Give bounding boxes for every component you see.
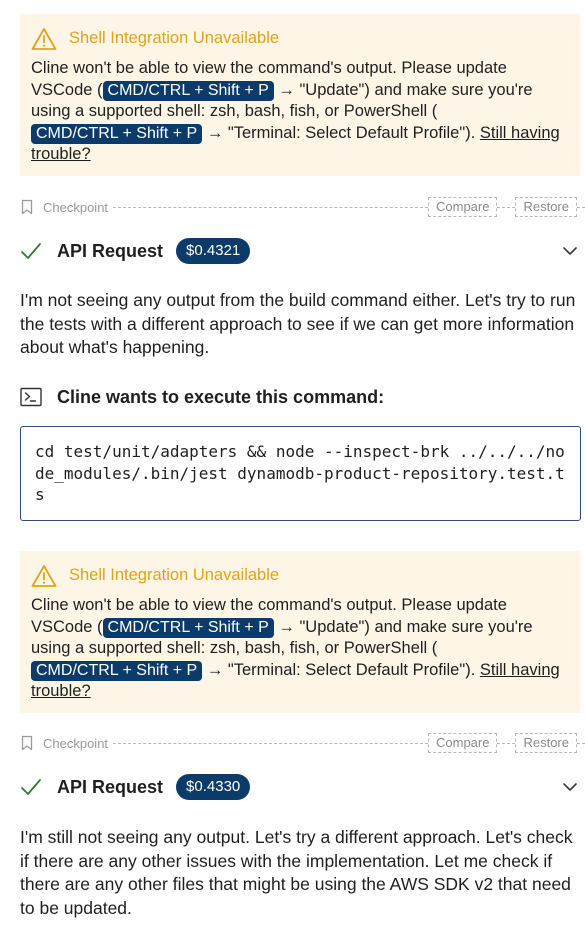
checkpoint-label: Checkpoint: [43, 735, 109, 751]
bookmark-icon: [21, 199, 33, 215]
command-header: Cline wants to execute this command:: [20, 384, 384, 410]
api-request-title: API Request: [57, 776, 164, 797]
shell-integration-warning: Shell Integration Unavailable Cline won'…: [20, 551, 580, 713]
checkpoint-divider: [113, 206, 428, 208]
cost-badge: $0.4330: [176, 774, 251, 800]
compare-button[interactable]: Compare: [428, 733, 498, 753]
warning-text: Cline won't be able to view the command'…: [31, 595, 568, 703]
restore-button[interactable]: Restore: [515, 197, 577, 217]
checkmark-icon: [21, 779, 41, 795]
checkpoint-divider: [497, 206, 516, 208]
api-request-title: API Request: [57, 240, 164, 261]
warning-header: Shell Integration Unavailable: [31, 563, 568, 589]
command-title: Cline wants to execute this command:: [57, 386, 385, 407]
warning-title: Shell Integration Unavailable: [69, 29, 280, 48]
checkpoint-label: Checkpoint: [43, 199, 109, 215]
shortcut-badge: CMD/CTRL + Shift + P: [31, 660, 203, 681]
restore-button[interactable]: Restore: [515, 733, 577, 753]
assistant-message: I'm not seeing any output from the build…: [20, 290, 576, 357]
chevron-down-icon[interactable]: [562, 779, 578, 795]
shortcut-badge: CMD/CTRL + Shift + P: [102, 617, 274, 638]
warning-text: Cline won't be able to view the command'…: [31, 58, 568, 166]
checkpoint-divider: [113, 742, 428, 744]
api-request-row[interactable]: API Request $0.4330: [20, 772, 580, 802]
cost-badge: $0.4321: [176, 238, 251, 264]
checkpoint-divider: [577, 742, 585, 744]
warning-icon: [31, 28, 57, 50]
compare-button[interactable]: Compare: [428, 197, 498, 217]
assistant-message: I'm still not seeing any output. Let's t…: [20, 827, 573, 918]
api-request-row[interactable]: API Request $0.4321: [20, 236, 580, 266]
shell-integration-warning: Shell Integration Unavailable Cline won'…: [20, 14, 580, 176]
warning-text-part: → "Terminal: Select Default Profile").: [202, 123, 480, 142]
checkmark-icon: [21, 243, 41, 259]
checkpoint-divider: [577, 206, 585, 208]
warning-icon: [31, 565, 57, 587]
shortcut-badge: CMD/CTRL + Shift + P: [31, 123, 203, 144]
terminal-icon: [20, 387, 42, 407]
checkpoint-row: Checkpoint Compare Restore: [20, 197, 585, 217]
command-code-block: cd test/unit/adapters && node --inspect-…: [20, 426, 581, 521]
warning-title: Shell Integration Unavailable: [69, 566, 280, 585]
warning-header: Shell Integration Unavailable: [31, 26, 568, 52]
warning-text-part: → "Terminal: Select Default Profile").: [202, 660, 480, 679]
chevron-down-icon[interactable]: [562, 243, 578, 259]
bookmark-icon: [21, 735, 33, 751]
shortcut-badge: CMD/CTRL + Shift + P: [102, 80, 274, 101]
checkpoint-row: Checkpoint Compare Restore: [20, 733, 585, 753]
checkpoint-divider: [497, 742, 516, 744]
